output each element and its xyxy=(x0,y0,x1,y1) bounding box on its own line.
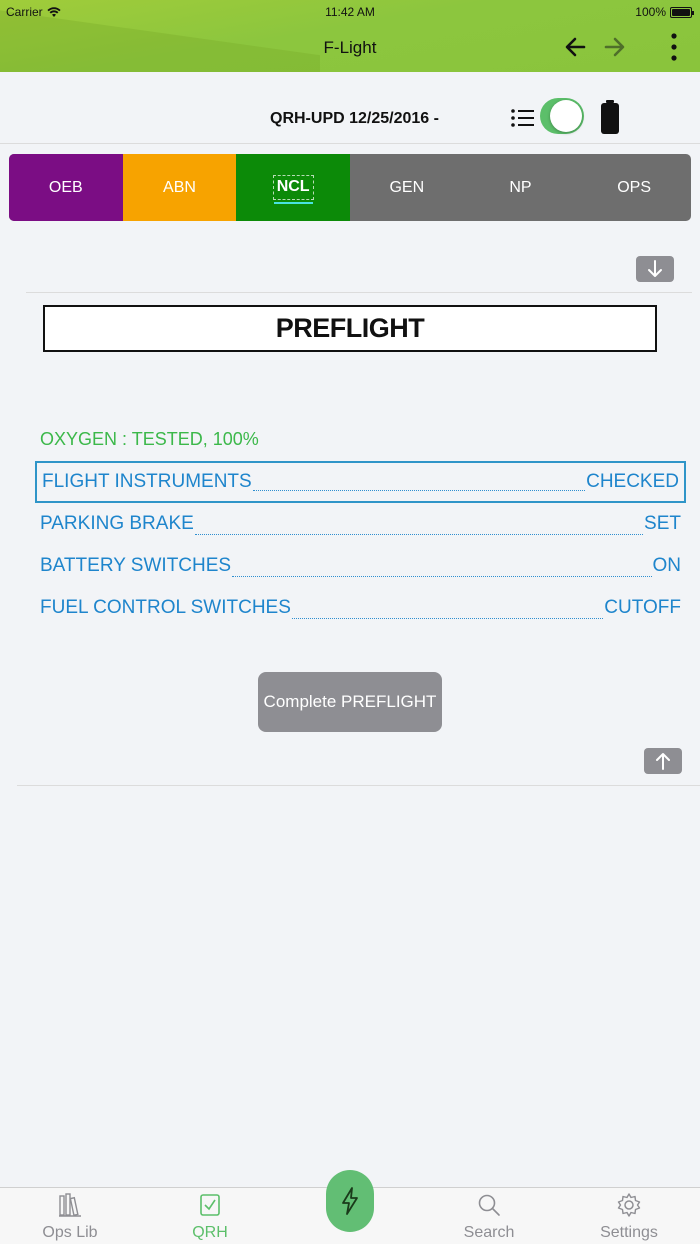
checkbox-icon xyxy=(200,1194,220,1216)
status-bar: Carrier 11:42 AM 100% xyxy=(0,0,700,24)
document-title: QRH-UPD 12/25/2016 - xyxy=(270,110,439,127)
tab-label: QRH xyxy=(192,1224,228,1241)
battery-percent: 100% xyxy=(635,5,666,19)
leader-dots xyxy=(232,576,652,577)
tab-label: Settings xyxy=(600,1224,658,1241)
item-value: SET xyxy=(644,513,681,534)
back-arrow-icon[interactable] xyxy=(562,33,590,61)
checklist-item-parking-brake[interactable]: PARKING BRAKE SET xyxy=(35,503,686,545)
tab-search[interactable]: Search xyxy=(429,1188,549,1244)
tab-gen[interactable]: GEN xyxy=(350,154,464,221)
battery-icon xyxy=(670,6,694,18)
status-time: 11:42 AM xyxy=(325,5,375,19)
view-toggle[interactable] xyxy=(540,98,584,134)
tab-np[interactable]: NP xyxy=(464,154,578,221)
forward-arrow-icon[interactable] xyxy=(600,33,628,61)
tab-qrh[interactable]: QRH xyxy=(150,1188,270,1244)
tab-label: ABN xyxy=(163,178,196,196)
library-icon xyxy=(59,1193,81,1217)
app-title: F-Light xyxy=(323,38,377,57)
battery-device-icon[interactable] xyxy=(600,100,620,134)
tab-abn[interactable]: ABN xyxy=(122,154,237,221)
gear-icon xyxy=(617,1193,641,1217)
checklist-item-fuel-control-switches[interactable]: FUEL CONTROL SWITCHES CUTOFF xyxy=(35,587,686,629)
tab-ops[interactable]: OPS xyxy=(577,154,691,221)
document-header: QRH-UPD 12/25/2016 - xyxy=(0,72,700,144)
tab-label: OPS xyxy=(617,178,651,196)
item-value: CUTOFF xyxy=(604,597,681,618)
tab-label: NP xyxy=(509,178,532,196)
category-tabs: OEB ABN NCL GEN NP OPS xyxy=(9,154,691,221)
item-name: PARKING BRAKE xyxy=(40,513,194,534)
checklist-item-flight-instruments[interactable]: FLIGHT INSTRUMENTS CHECKED xyxy=(35,461,686,503)
list-icon[interactable] xyxy=(510,106,536,130)
leader-dots xyxy=(252,490,586,491)
scroll-down-button[interactable] xyxy=(636,256,674,282)
tab-label: GEN xyxy=(389,178,425,196)
item-name: FLIGHT INSTRUMENTS xyxy=(42,471,252,492)
lightning-bolt-icon xyxy=(342,1187,358,1215)
search-icon xyxy=(478,1194,500,1216)
arrow-up-icon xyxy=(656,753,670,770)
quick-action-button[interactable] xyxy=(326,1170,374,1232)
tab-ncl[interactable]: NCL xyxy=(236,154,350,221)
item-value: CHECKED xyxy=(586,471,679,492)
tab-label: NCL xyxy=(272,175,314,204)
item-value: ON xyxy=(652,555,682,576)
tab-label: Ops Lib xyxy=(42,1224,98,1241)
checklist-note: OXYGEN : TESTED, 100% xyxy=(40,429,259,449)
divider xyxy=(26,292,692,293)
tab-settings[interactable]: Settings xyxy=(569,1188,689,1244)
leader-dots xyxy=(194,534,644,535)
arrow-down-icon xyxy=(648,260,662,277)
checklist-title: PREFLIGHT xyxy=(43,305,657,352)
tab-oeb[interactable]: OEB xyxy=(9,154,123,221)
complete-checklist-button[interactable]: Complete PREFLIGHT xyxy=(258,672,442,732)
navigation-bar: Carrier 11:42 AM 100% F-Light xyxy=(0,0,700,72)
checklist: FLIGHT INSTRUMENTS CHECKED PARKING BRAKE… xyxy=(35,461,686,629)
toggle-knob xyxy=(550,100,582,132)
tab-label: Search xyxy=(463,1224,515,1241)
item-name: FUEL CONTROL SWITCHES xyxy=(40,597,291,618)
tab-ops-lib[interactable]: Ops Lib xyxy=(10,1188,130,1244)
item-name: BATTERY SWITCHES xyxy=(40,555,232,576)
more-options-icon[interactable] xyxy=(664,32,684,62)
tab-label: OEB xyxy=(48,178,83,196)
scroll-up-button[interactable] xyxy=(644,748,682,774)
leader-dots xyxy=(291,618,604,619)
checklist-item-battery-switches[interactable]: BATTERY SWITCHES ON xyxy=(35,545,686,587)
divider xyxy=(17,785,700,786)
